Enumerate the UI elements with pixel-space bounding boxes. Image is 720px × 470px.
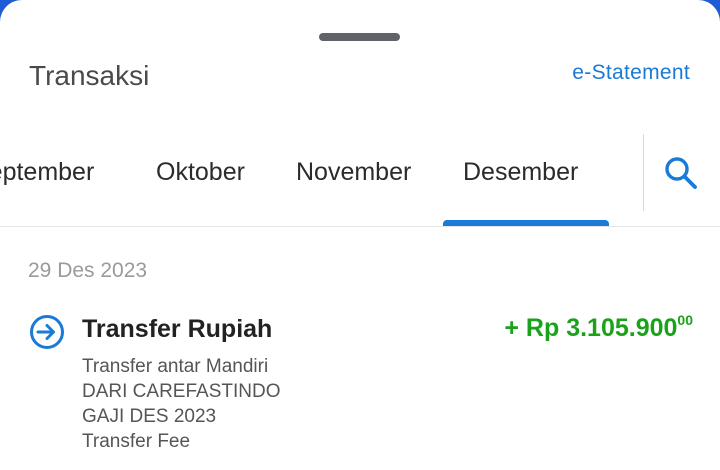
- transaction-amount: + Rp 3.105.90000: [504, 312, 693, 343]
- search-icon[interactable]: [663, 155, 699, 191]
- tab-desember[interactable]: Desember: [463, 158, 578, 187]
- tabs-divider: [643, 134, 644, 211]
- transaction-detail-line: DARI CAREFASTINDO: [82, 381, 281, 402]
- month-tabs: September Oktober November Desember: [0, 130, 644, 226]
- sheet-drag-handle[interactable]: [319, 33, 400, 41]
- transactions-sheet: Transaksi e-Statement September Oktober …: [0, 0, 720, 470]
- tab-oktober[interactable]: Oktober: [156, 158, 245, 187]
- transaction-detail-line: Transfer antar Mandiri: [82, 356, 269, 377]
- transaction-detail-line: GAJI DES 2023: [82, 406, 217, 427]
- tab-september[interactable]: September: [0, 158, 94, 187]
- header-divider: [0, 226, 720, 227]
- transaction-title: Transfer Rupiah: [82, 315, 273, 343]
- tab-november[interactable]: November: [296, 158, 411, 187]
- page-title: Transaksi: [29, 60, 150, 91]
- e-statement-link[interactable]: e-Statement: [572, 61, 690, 85]
- transfer-in-icon: [30, 315, 64, 349]
- transaction-detail-line: Transfer Fee: [82, 431, 191, 452]
- amount-cents: 00: [677, 312, 693, 328]
- amount-main: + Rp 3.105.900: [504, 314, 678, 342]
- transaction-date: 29 Des 2023: [28, 259, 148, 282]
